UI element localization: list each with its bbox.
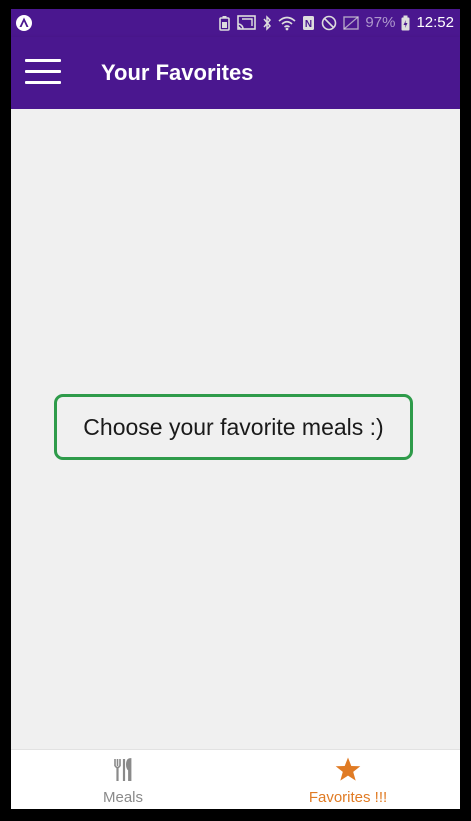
battery-percent: 97% (365, 14, 396, 31)
hamburger-menu-icon[interactable] (23, 57, 63, 87)
empty-favorites-message: Choose your favorite meals :) (54, 394, 413, 460)
status-icons: N 97% 12:52 (219, 14, 454, 32)
tab-favorites[interactable]: Favorites !!! (236, 750, 460, 809)
bottom-navigation: Meals Favorites !!! (11, 749, 460, 809)
cutlery-icon (109, 756, 137, 784)
favorites-content: Choose your favorite meals :) (11, 109, 460, 749)
battery-charging-icon (401, 15, 410, 31)
svg-text:N: N (305, 19, 312, 30)
battery-saver-icon (219, 15, 231, 31)
phone-screen: N 97% 12:52 Your Favorites Choose your f… (11, 9, 460, 809)
bluetooth-icon (262, 15, 272, 31)
tab-meals-label: Meals (102, 789, 143, 806)
status-time: 12:52 (416, 14, 454, 31)
nfc-icon: N (302, 15, 315, 31)
page-title: Your Favorites (101, 60, 254, 85)
wifi-icon (278, 15, 296, 31)
status-bar: N 97% 12:52 (11, 9, 460, 37)
app-notification-icon (15, 14, 33, 32)
tab-favorites-label: Favorites !!! (308, 789, 388, 806)
tab-meals[interactable]: Meals (11, 750, 235, 809)
do-not-disturb-icon (321, 15, 337, 31)
vibrate-icon (343, 15, 360, 31)
app-bar: Your Favorites (11, 37, 460, 109)
star-icon (334, 756, 362, 784)
cast-icon (236, 15, 257, 31)
